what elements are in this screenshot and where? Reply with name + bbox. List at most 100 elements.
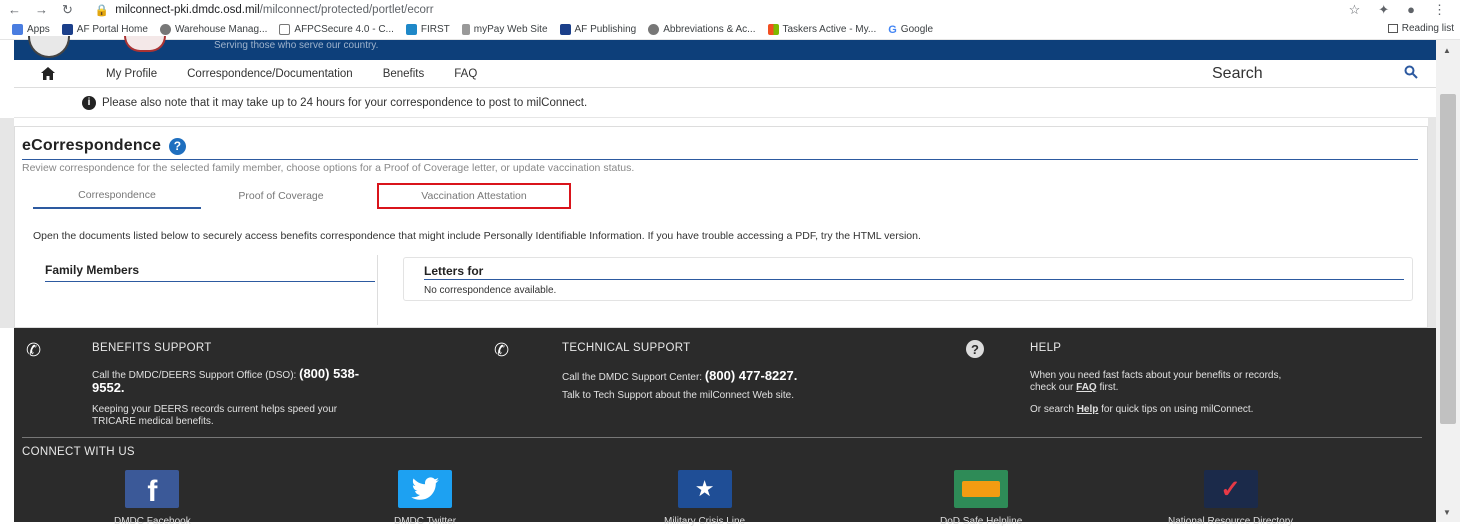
help-question-icon[interactable]: ?: [169, 137, 187, 155]
tab-vaccination-attestation[interactable]: Vaccination Attestation: [377, 183, 571, 209]
help-search-text: Or search Help for quick tips on using m…: [1030, 404, 1254, 415]
social-national-resource-directory[interactable]: ✓ National Resource Directory: [1168, 470, 1293, 527]
help-icon: ?: [966, 340, 984, 358]
notice-bar: i Please also note that it may take up t…: [14, 88, 1436, 118]
menu-icon[interactable]: ⋮: [1433, 2, 1446, 18]
nav-my-profile[interactable]: My Profile: [106, 68, 157, 80]
profile-icon[interactable]: ●: [1407, 2, 1415, 18]
search-icon[interactable]: [1404, 65, 1418, 82]
reading-list[interactable]: Reading list: [1387, 23, 1454, 34]
af-wings-icon: [61, 24, 73, 35]
scroll-down-icon[interactable]: ▼: [1443, 508, 1451, 517]
browser-toolbar: ← → ↻ 🔒 milconnect-pki.dmdc.osd.mil/milc…: [0, 0, 1460, 20]
connect-heading: CONNECT WITH US: [22, 446, 135, 458]
scroll-thumb[interactable]: [1440, 94, 1456, 424]
search-label: Search: [1212, 65, 1263, 82]
page-title: eCorrespondence ?: [22, 137, 187, 155]
bookmark-google[interactable]: G Google: [888, 24, 933, 36]
address-bar[interactable]: 🔒 milconnect-pki.dmdc.osd.mil/milconnect…: [95, 3, 434, 17]
phone-icon: ✆: [494, 340, 510, 360]
column-divider: [377, 255, 378, 325]
intro-text: Open the documents listed below to secur…: [33, 230, 921, 242]
bookmark-abbreviations[interactable]: Abbreviations & Ac...: [648, 24, 756, 35]
dso-phone[interactable]: (800) 538-: [299, 366, 359, 381]
support-phone[interactable]: (800) 477-8227: [705, 368, 794, 383]
tab-proof-of-coverage[interactable]: Proof of Coverage: [203, 183, 359, 209]
dod-seal-icon: [28, 36, 70, 58]
twitter-icon: [398, 470, 453, 508]
social-dod-safe-helpline[interactable]: DoD Safe Helpline: [940, 470, 1022, 527]
reload-icon[interactable]: ↻: [62, 2, 73, 18]
bookmark-af-publishing[interactable]: AF Publishing: [559, 24, 636, 35]
reading-list-icon: [1387, 24, 1398, 33]
scroll-up-icon[interactable]: ▲: [1443, 46, 1451, 55]
main-nav: My Profile Correspondence/Documentation …: [14, 60, 1436, 88]
social-military-crisis-line[interactable]: ★ Military Crisis Line: [664, 470, 745, 527]
bookmarks-bar: Apps AF Portal Home Warehouse Manag... A…: [0, 20, 1460, 40]
globe-icon: [648, 24, 660, 35]
social-twitter[interactable]: DMDC Twitter: [394, 470, 456, 527]
page-scrollbar[interactable]: ▲ ▼: [1436, 40, 1460, 522]
windows-icon: [767, 24, 779, 35]
tab-strip: Correspondence Proof of Coverage Vaccina…: [33, 183, 633, 209]
dmdc-seal-icon: [124, 36, 166, 52]
af-wings-icon: [559, 24, 571, 35]
help-link[interactable]: Help: [1077, 404, 1099, 415]
technical-support-heading: TECHNICAL SUPPORT: [562, 342, 691, 354]
footer-divider: [22, 437, 1422, 438]
url-host: milconnect-pki.dmdc.osd.mil: [115, 4, 260, 16]
url-path: /milconnect/protected/portlet/ecorr: [259, 4, 434, 16]
technical-support-text: Call the DMDC Support Center: (800) 477-…: [562, 368, 798, 383]
benefits-support-heading: BENEFITS SUPPORT: [92, 342, 212, 354]
bookmark-apps[interactable]: Apps: [12, 24, 50, 35]
help-heading: HELP: [1030, 342, 1062, 354]
mypay-icon: [461, 24, 470, 35]
star-icon[interactable]: ☆: [1349, 2, 1361, 18]
page-description: Review correspondence for the selected f…: [22, 162, 635, 174]
safe-helpline-icon: [954, 470, 1009, 508]
no-correspondence-text: No correspondence available.: [424, 285, 557, 296]
resource-directory-icon: ✓: [1203, 470, 1258, 508]
bookmark-taskers[interactable]: Taskers Active - My...: [767, 24, 876, 35]
site-footer: ✆ BENEFITS SUPPORT Call the DMDC/DEERS S…: [14, 328, 1436, 527]
search-input[interactable]: Search: [1202, 62, 1422, 86]
right-gutter: [1428, 118, 1436, 328]
tab-correspondence[interactable]: Correspondence: [33, 183, 201, 209]
crisis-line-icon: ★: [677, 470, 732, 508]
technical-support-note: Talk to Tech Support about the milConnec…: [562, 390, 794, 401]
letters-for-heading: Letters for: [424, 264, 484, 278]
back-icon[interactable]: ←: [8, 2, 21, 18]
nav-benefits[interactable]: Benefits: [383, 68, 425, 80]
google-icon: G: [888, 23, 897, 36]
left-gutter: [0, 118, 14, 328]
faq-link[interactable]: FAQ: [1076, 382, 1097, 393]
nav-faq[interactable]: FAQ: [454, 68, 477, 80]
help-text: When you need fast facts about your bene…: [1030, 370, 1282, 393]
notice-text: Please also note that it may take up to …: [102, 96, 588, 109]
title-divider: [22, 159, 1418, 160]
banner-tagline: Serving those who serve our country.: [214, 40, 379, 51]
site-banner: Serving those who serve our country.: [14, 36, 1436, 60]
bookmark-first[interactable]: FIRST: [405, 24, 450, 35]
lock-icon: 🔒: [94, 5, 110, 17]
nav-correspondence[interactable]: Correspondence/Documentation: [187, 68, 353, 80]
first-icon: [405, 24, 417, 35]
social-facebook[interactable]: f DMDC Facebook: [114, 470, 191, 527]
bookmark-afpcsecure[interactable]: AFPCSecure 4.0 - C...: [279, 24, 394, 35]
bookmark-warehouse[interactable]: Warehouse Manag...: [159, 24, 267, 35]
facebook-icon: f: [125, 470, 180, 508]
extensions-icon[interactable]: ✦: [1378, 2, 1389, 18]
home-icon[interactable]: [40, 67, 56, 80]
forward-icon[interactable]: →: [35, 2, 48, 18]
apps-grid-icon: [12, 24, 23, 35]
page-icon: [279, 24, 291, 35]
letters-divider: [424, 279, 1404, 280]
phone-icon: ✆: [26, 340, 42, 360]
ecorrespondence-panel: eCorrespondence ? Review correspondence …: [14, 126, 1428, 328]
benefits-support-note: Keeping your DEERS records current helps…: [92, 404, 338, 427]
bookmark-af-portal[interactable]: AF Portal Home: [61, 24, 148, 35]
bookmark-mypay[interactable]: myPay Web Site: [461, 24, 548, 35]
globe-icon: [159, 24, 171, 35]
letters-panel: Letters for No correspondence available.: [403, 257, 1413, 301]
dso-phone-end[interactable]: 9552: [92, 380, 121, 395]
